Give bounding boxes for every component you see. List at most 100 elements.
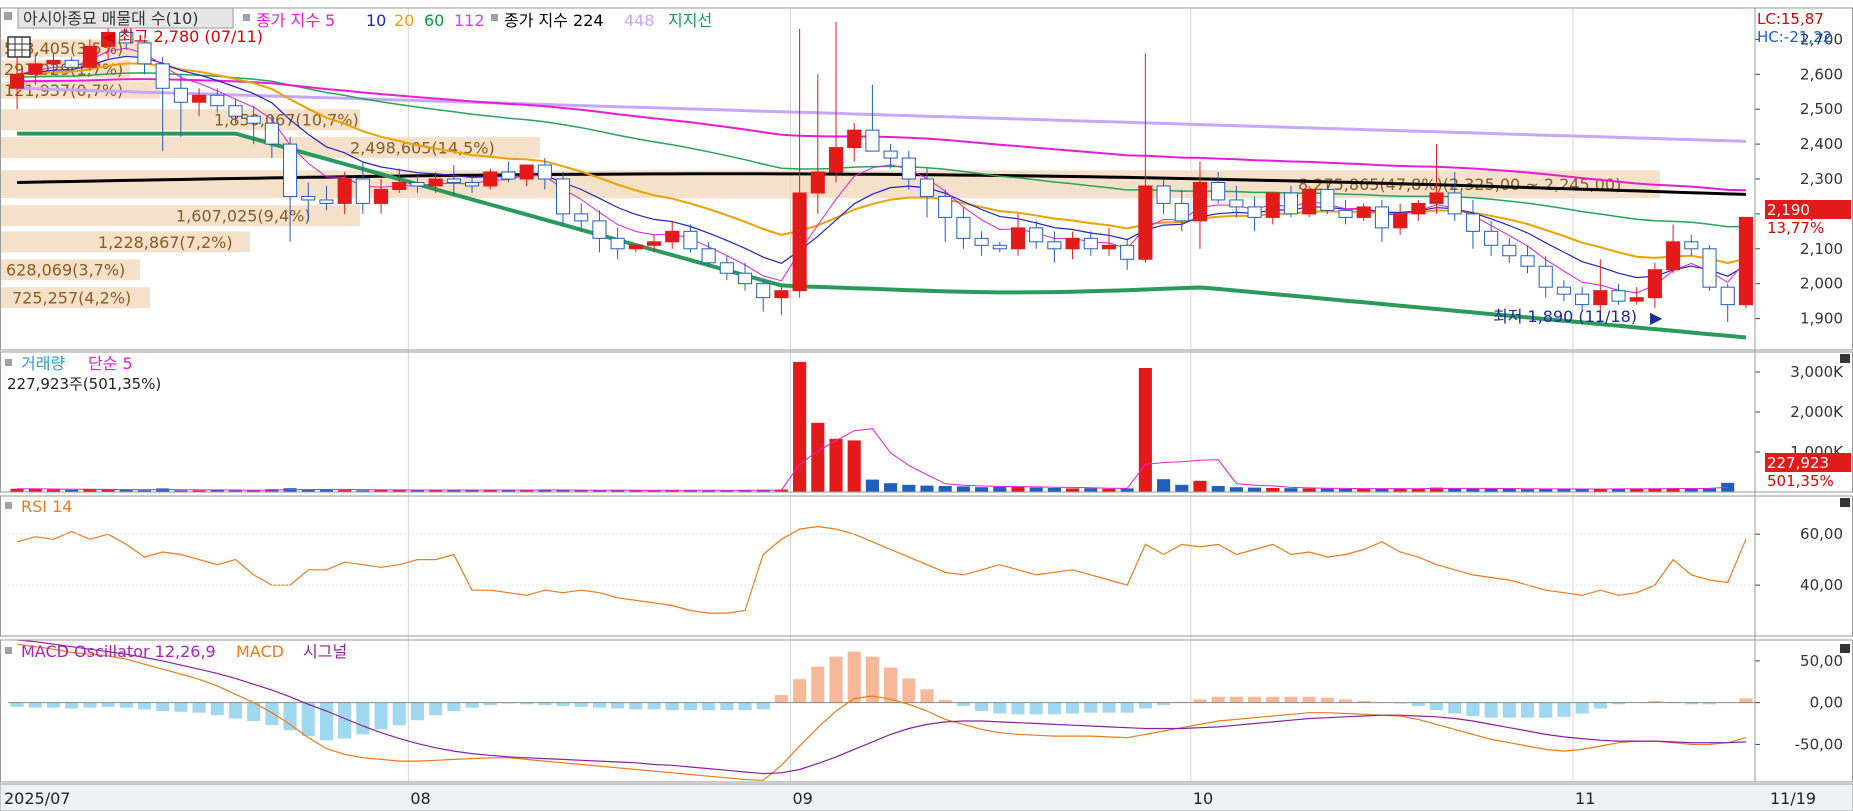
candle-body xyxy=(374,188,389,204)
x-axis-label: 11 xyxy=(1575,789,1595,808)
macd-osc-bar xyxy=(1047,702,1061,715)
macd-osc-bar xyxy=(1739,698,1753,703)
candle-body xyxy=(337,178,352,204)
candle-body xyxy=(683,230,698,250)
volume-bar xyxy=(1084,488,1098,492)
macd-osc-bar xyxy=(720,702,734,711)
macd-osc-bar xyxy=(192,702,206,713)
macd-osc-bar xyxy=(1429,702,1444,711)
lc-value: LC:15,87 xyxy=(1757,10,1824,28)
macd-osc-bar xyxy=(1302,696,1316,703)
ma-icon[interactable] xyxy=(243,14,250,21)
macd-osc-bar xyxy=(574,702,588,707)
volume-bar xyxy=(1284,488,1298,492)
candle-body xyxy=(1429,192,1444,204)
macd-osc-bar xyxy=(702,702,716,711)
macd-osc-bar xyxy=(1338,699,1353,703)
macd-osc-bar xyxy=(884,667,898,703)
macd-osc-bar xyxy=(265,702,279,726)
x-axis-label: 11/19 xyxy=(1770,789,1816,808)
candle-body xyxy=(28,63,43,75)
volume-bar xyxy=(1375,488,1389,492)
candle-body xyxy=(1247,206,1262,218)
macd-osc-bar xyxy=(629,702,643,710)
volume-bar xyxy=(1229,487,1243,492)
high-arrow: ◀ xyxy=(103,27,116,46)
macd-osc-bar xyxy=(1211,696,1225,703)
axis-tick-label: 50,00 xyxy=(1800,652,1843,670)
macd-osc-bar xyxy=(447,702,461,711)
ma10-label: 10 xyxy=(366,11,386,30)
candle-body xyxy=(1465,213,1480,232)
macd-panel-icon[interactable] xyxy=(5,647,12,654)
candle-body xyxy=(519,164,534,180)
volume-close-button[interactable] xyxy=(1840,354,1850,363)
last-change: 13,77% xyxy=(1767,219,1824,237)
candle-body xyxy=(1265,192,1280,218)
rsi-panel-icon[interactable] xyxy=(5,502,12,509)
candle-body xyxy=(1738,216,1753,306)
candle-body xyxy=(264,122,279,145)
last-volume-pct: 501,35% xyxy=(1767,472,1834,490)
volume-panel-icon[interactable] xyxy=(5,359,12,366)
ma112-label: 112 xyxy=(454,11,485,30)
candle-body xyxy=(792,192,807,292)
volume-bar xyxy=(1120,488,1134,492)
volume-bar xyxy=(156,488,170,492)
volume-bar xyxy=(1193,480,1207,492)
volume-bar xyxy=(1266,488,1280,492)
x-axis-label: 2025/07 xyxy=(4,789,70,808)
candle-body xyxy=(301,195,316,201)
main-panel-icon[interactable] xyxy=(4,12,12,20)
axis-tick-label: 2,600 xyxy=(1800,65,1843,83)
volume-bar xyxy=(811,422,825,492)
axis-tick-label: 2,000 xyxy=(1800,275,1843,293)
candle-body xyxy=(283,143,298,197)
x-axis-label: 09 xyxy=(793,789,813,808)
axis-tick-label: 2,500 xyxy=(1800,100,1843,118)
candle-body xyxy=(901,157,916,180)
candle-body xyxy=(1356,206,1371,218)
macd-osc-bar xyxy=(1248,696,1262,703)
candle-body xyxy=(192,94,207,103)
macd-osc-bar xyxy=(1284,696,1298,703)
candle-body xyxy=(1447,192,1462,215)
volume-bar xyxy=(1029,487,1043,492)
macd-osc-bar xyxy=(465,702,479,708)
candle-body xyxy=(1283,192,1299,215)
candle-body xyxy=(701,248,716,264)
candle-body xyxy=(483,171,498,187)
table-icon[interactable] xyxy=(7,36,31,58)
macd-osc-bar xyxy=(1575,702,1589,714)
candle-body xyxy=(410,181,425,187)
x-axis-label: 10 xyxy=(1193,789,1213,808)
macd-osc-bar xyxy=(920,689,934,703)
rsi-close-button[interactable] xyxy=(1840,498,1850,507)
candle-body xyxy=(847,129,862,149)
candle-body xyxy=(774,290,789,299)
macd-osc-bar xyxy=(392,702,406,726)
macd-osc-bar xyxy=(1084,702,1098,713)
macd-osc-bar xyxy=(65,702,79,709)
volume-bar xyxy=(1066,488,1080,492)
macd-osc-bar xyxy=(1539,702,1553,718)
candle-body xyxy=(592,220,607,239)
ma224-icon[interactable] xyxy=(491,14,498,21)
macd-osc-bar xyxy=(1411,702,1425,706)
volume-value: 227,923주(501,35%) xyxy=(7,375,161,393)
axis-tick-label: 60,00 xyxy=(1800,525,1843,543)
hc-value: HC:-21,22 xyxy=(1757,28,1832,46)
macd-osc-bar xyxy=(174,702,188,712)
macd-osc-bar xyxy=(10,702,24,707)
macd-osc-bar xyxy=(1448,702,1462,714)
macd-osc-bar xyxy=(647,702,661,710)
macd-close-button[interactable] xyxy=(1840,644,1850,653)
candle-body xyxy=(1320,188,1335,211)
high-marker: 최고 2,780 (07/11) xyxy=(119,27,263,46)
axis-tick-label: 2,100 xyxy=(1800,240,1843,258)
candle-body xyxy=(1484,230,1499,246)
macd-osc-bar xyxy=(356,702,370,735)
volume-bar xyxy=(847,440,861,492)
candle-body xyxy=(1083,237,1098,250)
axis-tick-label: 2,300 xyxy=(1800,170,1843,188)
